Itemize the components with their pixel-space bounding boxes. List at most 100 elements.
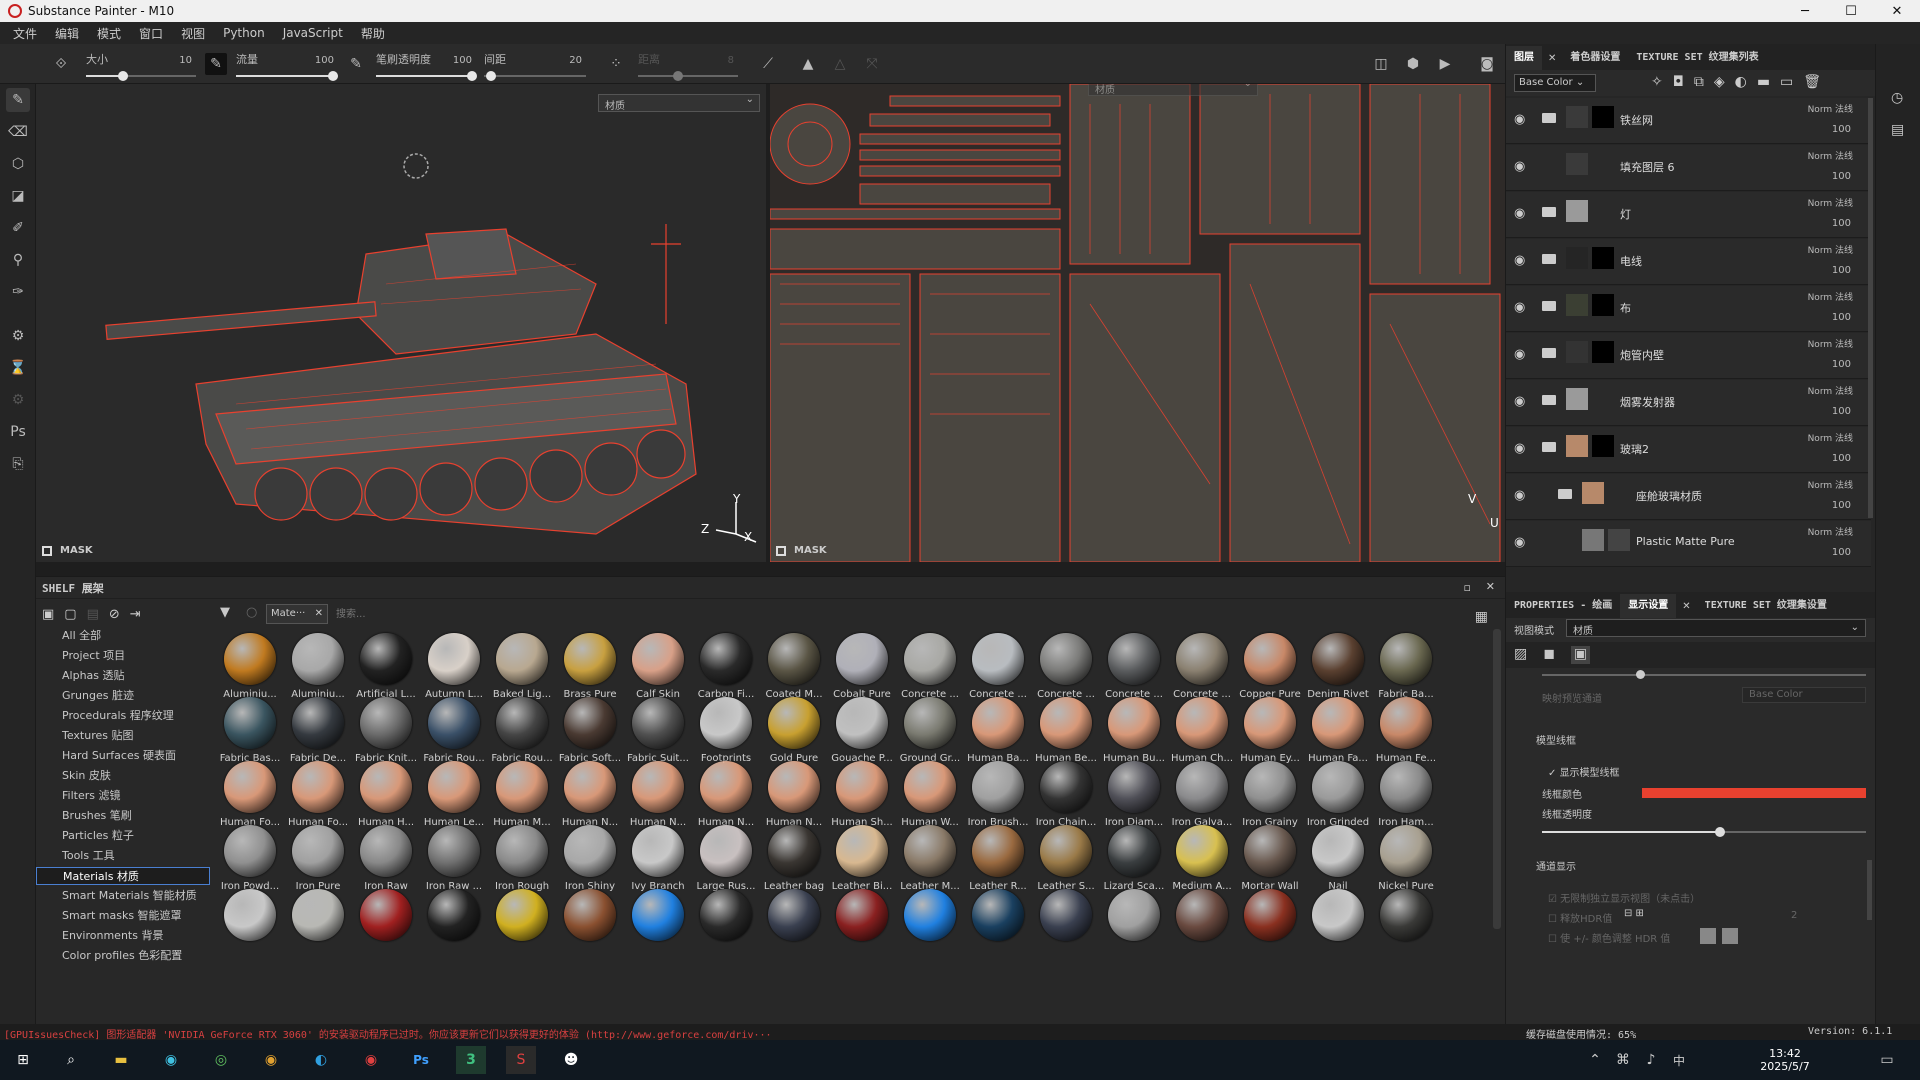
tab-texture-set-settings[interactable]: TEXTURE SET 纹理集设置 — [1697, 594, 1835, 618]
split-view-icon[interactable]: ◫ — [1370, 53, 1392, 75]
filter-tag[interactable]: Mate··· ✕ — [266, 604, 328, 624]
shelf-category-item[interactable]: Alphas 透贴 — [36, 667, 210, 685]
view-mode-select[interactable]: 材质 ⌄ — [1566, 619, 1866, 637]
flow-toggle-icon[interactable]: ✎ — [205, 53, 227, 75]
show-wireframe-checkbox[interactable]: ✓ 显示模型线框 — [1548, 764, 1620, 779]
projection-icon[interactable]: ⬡ — [6, 152, 30, 176]
visibility-eye-icon[interactable]: ◉ — [1514, 394, 1525, 409]
shelf-material-item[interactable] — [352, 885, 420, 963]
properties-scrollbar[interactable] — [1867, 860, 1872, 920]
layer-blend-mode[interactable]: Norm 法线 — [1808, 102, 1853, 115]
photoshop-export-icon[interactable]: Ps — [6, 420, 30, 444]
opacity-pen-icon[interactable]: ✎ — [345, 53, 367, 75]
layer-name[interactable]: 玻璃2 — [1620, 441, 1649, 457]
minimize-button[interactable]: ─ — [1782, 0, 1828, 22]
search-icon[interactable]: ⌕ — [56, 1046, 86, 1074]
layer-name[interactable]: 布 — [1620, 300, 1631, 316]
shelf-close-icon[interactable]: ✕ — [1486, 580, 1495, 593]
shelf-search-input[interactable] — [336, 604, 936, 624]
color-swatch-b[interactable] — [1722, 928, 1738, 944]
folder-icon[interactable] — [1542, 254, 1556, 264]
bake-icon[interactable]: ⚙ — [6, 324, 30, 348]
shelf-category-item[interactable]: Procedurals 程序纹理 — [36, 707, 210, 725]
colorful-app-icon[interactable]: ◉ — [256, 1046, 286, 1074]
notification-icon[interactable]: ▭ — [1872, 1046, 1902, 1074]
top-slider[interactable] — [1542, 674, 1866, 676]
shelf-material-item[interactable] — [1032, 885, 1100, 963]
shelf-category-item[interactable]: Smart Materials 智能材质 — [36, 887, 210, 905]
eraser-icon[interactable]: ⌫ — [6, 120, 30, 144]
qq-icon[interactable]: ☻ — [556, 1046, 586, 1074]
visibility-eye-icon[interactable]: ◉ — [1514, 206, 1525, 221]
layer-opacity[interactable]: 100 — [1832, 171, 1851, 182]
network-icon[interactable]: ⌘ — [1608, 1046, 1638, 1074]
volume-icon[interactable]: ♪ — [1636, 1046, 1666, 1074]
shelf-material-item[interactable] — [692, 885, 760, 963]
stroke-opacity-slider[interactable]: 笔刷透明度 100 — [376, 49, 477, 81]
layer-row[interactable]: ◉ 玻璃2 Norm 法线 100 — [1506, 427, 1871, 473]
shelf-category-item[interactable]: Skin 皮肤 — [36, 767, 210, 785]
fill-layer-icon[interactable]: ◈ — [1714, 74, 1725, 90]
shelf-material-item[interactable] — [284, 885, 352, 963]
viewport-2d-mode-select[interactable]: 材质 — [1088, 84, 1258, 96]
add-mask-icon[interactable]: ◘ — [1673, 74, 1684, 90]
layers-scrollbar[interactable] — [1868, 98, 1873, 518]
visibility-eye-icon[interactable]: ◉ — [1514, 300, 1525, 315]
color-picker-icon[interactable]: ✑ — [6, 280, 30, 304]
layer-opacity[interactable]: 100 — [1832, 453, 1851, 464]
layer-blend-mode[interactable]: Norm 法线 — [1808, 196, 1853, 209]
folder-icon[interactable] — [1542, 442, 1556, 452]
magic-wand-icon[interactable]: ✧ — [1651, 74, 1663, 90]
3dsmax-icon[interactable]: 3 — [456, 1046, 486, 1074]
layer-blend-mode[interactable]: Norm 法线 — [1808, 149, 1853, 162]
menu-help[interactable]: 帮助 — [352, 25, 394, 42]
transform-icon[interactable]: ⤧ — [861, 53, 883, 75]
symmetry-icon[interactable]: ▲ — [797, 53, 819, 75]
folder-icon[interactable] — [1542, 113, 1556, 123]
log-icon[interactable]: ▤ — [1891, 122, 1904, 138]
menu-edit[interactable]: 编辑 — [46, 25, 88, 42]
import-icon[interactable]: ⇥ — [130, 607, 141, 622]
hdr-value[interactable]: 2 — [1791, 910, 1797, 921]
shelf-material-item[interactable] — [624, 885, 692, 963]
windows-start-icon[interactable]: ⊞ — [8, 1046, 38, 1074]
layer-row[interactable]: ◉ 灯 Norm 法线 100 — [1506, 192, 1871, 238]
layer-opacity[interactable]: 100 — [1832, 218, 1851, 229]
save-icon[interactable]: ▤ — [87, 607, 99, 622]
shelf-material-item[interactable] — [488, 885, 556, 963]
mask-toggle-2d[interactable]: MASK — [776, 545, 827, 556]
layer-name[interactable]: 铁丝网 — [1620, 112, 1653, 128]
wire-opacity-knob[interactable] — [1715, 827, 1726, 837]
shelf-category-item[interactable]: Particles 粒子 — [36, 827, 210, 845]
shelf-category-item[interactable]: Hard Surfaces 硬表面 — [36, 747, 210, 765]
shelf-material-item[interactable] — [964, 885, 1032, 963]
clock[interactable]: 13:42 2025/5/7 — [1740, 1042, 1830, 1078]
viewport-3d[interactable]: 材质 Y Z X MASK — [36, 84, 766, 562]
layer-blend-mode[interactable]: Norm 法线 — [1808, 290, 1853, 303]
symmetry-off-icon[interactable]: △ — [829, 53, 851, 75]
shelf-category-item[interactable]: Textures 贴图 — [36, 727, 210, 745]
close-button[interactable]: ✕ — [1874, 0, 1920, 22]
shelf-category-item[interactable]: Grunges 脏迹 — [36, 687, 210, 705]
paint-brush-icon[interactable]: ✎ — [6, 88, 30, 112]
tab-shader-settings[interactable]: 着色器设置 — [1562, 46, 1628, 70]
menu-mode[interactable]: 模式 — [88, 25, 130, 42]
shelf-category-item[interactable]: Materials 材质 — [36, 867, 210, 885]
visibility-eye-icon[interactable]: ◉ — [1514, 159, 1525, 174]
shelf-material-item[interactable] — [1168, 885, 1236, 963]
visibility-eye-icon[interactable]: ◉ — [1514, 535, 1525, 550]
layer-blend-mode[interactable]: Norm 法线 — [1808, 478, 1853, 491]
polygon-fill-icon[interactable]: ◪ — [6, 184, 30, 208]
layer-row[interactable]: ◉ 布 Norm 法线 100 — [1506, 286, 1871, 332]
channel-select[interactable]: Base Color ⌄ — [1514, 74, 1596, 92]
new-file-icon[interactable]: ▢ — [64, 607, 76, 622]
spacing-slider[interactable]: 间距 20 — [484, 49, 586, 81]
folder-icon[interactable] — [1542, 348, 1556, 358]
tab-properties-paint[interactable]: PROPERTIES - 绘画 — [1506, 594, 1620, 618]
hide-icon[interactable]: ⊘ — [109, 607, 120, 622]
opt-color-adjust-checkbox[interactable]: ☐ 使 +/- 颜色调整 HDR 值 — [1548, 930, 1670, 945]
layer-row[interactable]: ◉ 填充图层 6 Norm 法线 100 — [1506, 145, 1871, 191]
shelf-material-item[interactable] — [556, 885, 624, 963]
add-group-icon[interactable]: ▭ — [1780, 74, 1793, 90]
smudge-icon[interactable]: ✐ — [6, 216, 30, 240]
